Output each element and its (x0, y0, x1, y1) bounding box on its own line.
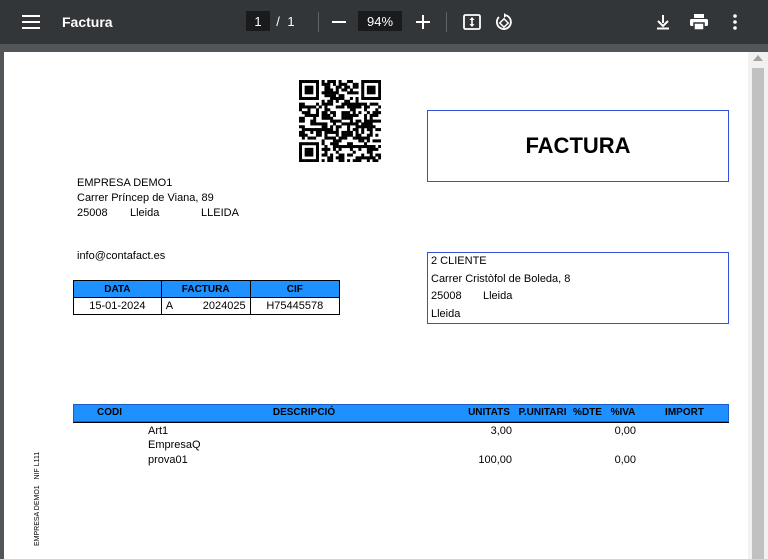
col-amount: IMPORT (641, 405, 728, 421)
more-actions-button[interactable] (724, 10, 746, 34)
invoice-cif: H75445578 (249, 297, 341, 315)
line-vat: 0,00 (614, 425, 636, 437)
download-icon (657, 15, 669, 30)
invoice-date: 15-01-2024 (73, 297, 162, 315)
fit-page-button[interactable] (460, 10, 484, 34)
line-units: 3,00 (490, 425, 512, 437)
scrollbar-thumb[interactable] (752, 68, 764, 559)
total-pages: 1 (287, 13, 295, 29)
pdf-toolbar: Factura 1 / 1 94% (0, 0, 768, 44)
col-discount: %DTE (570, 405, 606, 421)
company-street: Carrer Príncep de Viana, 89 (77, 192, 214, 204)
zoom-input[interactable]: 94% (358, 11, 402, 31)
company-province: LLEIDA (201, 207, 239, 219)
header-date: DATA (73, 280, 162, 298)
page-separator: / (276, 13, 280, 29)
client-postcode: 25008 (431, 290, 462, 302)
document-title: Factura (62, 14, 113, 30)
lines-table-header: CODI DESCRIPCIÓ UNITATS P.UNITARI %DTE %… (73, 404, 729, 422)
minus-icon (332, 21, 346, 23)
print-icon (690, 14, 708, 30)
col-code: CODI (74, 405, 146, 421)
col-unit-price: P.UNITARI (515, 405, 571, 421)
client-street: Carrer Cristòfol de Boleda, 8 (431, 273, 571, 285)
download-button[interactable] (651, 10, 675, 34)
toolbar-divider (446, 12, 447, 32)
company-name: EMPRESA DEMO1 (77, 177, 173, 189)
client-city-line: Lleida (431, 308, 461, 320)
plus-icon (416, 15, 430, 29)
menu-icon (22, 15, 40, 29)
document-title-text: FACTURA (525, 133, 631, 158)
col-vat: %IVA (605, 405, 642, 421)
fit-to-page-icon (463, 14, 481, 30)
scroll-up-arrow[interactable] (753, 55, 763, 61)
client-city: Lleida (483, 290, 513, 302)
line-description: Art1 (148, 425, 169, 437)
more-vert-icon (733, 14, 737, 30)
line-description: EmpresaQ (148, 439, 201, 451)
vertical-side-text: EMPRESA DEMO1 NIF L111 (34, 451, 41, 546)
company-city: Lleida (130, 207, 160, 219)
page-number-input[interactable]: 1 (246, 11, 270, 31)
client-name: 2 CLIENTE (431, 255, 487, 267)
line-units: 100,00 (478, 454, 512, 466)
zoom-out-button[interactable] (328, 10, 350, 34)
zoom-in-button[interactable] (412, 10, 434, 34)
header-invoice: FACTURA (160, 280, 251, 298)
qr-code (299, 80, 382, 163)
lines-table-rule (73, 422, 729, 423)
invoice-number: 2024025 (202, 300, 246, 312)
company-postcode: 25008 (77, 207, 108, 219)
invoice-series: A (165, 300, 174, 312)
document-title-box: FACTURA (427, 110, 729, 182)
col-description: DESCRIPCIÓ (145, 405, 464, 421)
line-description: prova01 (148, 454, 188, 466)
invoice-header-table: DATA FACTURA CIF 15-01-2024 A 2024025 H7… (73, 280, 341, 315)
rotate-button[interactable] (492, 10, 516, 34)
col-units: UNITATS (463, 405, 516, 421)
viewer-background (0, 44, 768, 52)
pdf-page: FACTURA EMPRESA DEMO1 Carrer Príncep de … (4, 52, 748, 559)
rotate-icon (496, 13, 512, 30)
company-email: info@contafact.es (77, 250, 166, 262)
print-button[interactable] (687, 10, 711, 34)
header-cif: CIF (249, 280, 341, 298)
toolbar-divider (318, 12, 319, 32)
line-vat: 0,00 (614, 454, 636, 466)
menu-button[interactable] (18, 10, 44, 34)
invoice-number-cell: A 2024025 (160, 297, 251, 315)
